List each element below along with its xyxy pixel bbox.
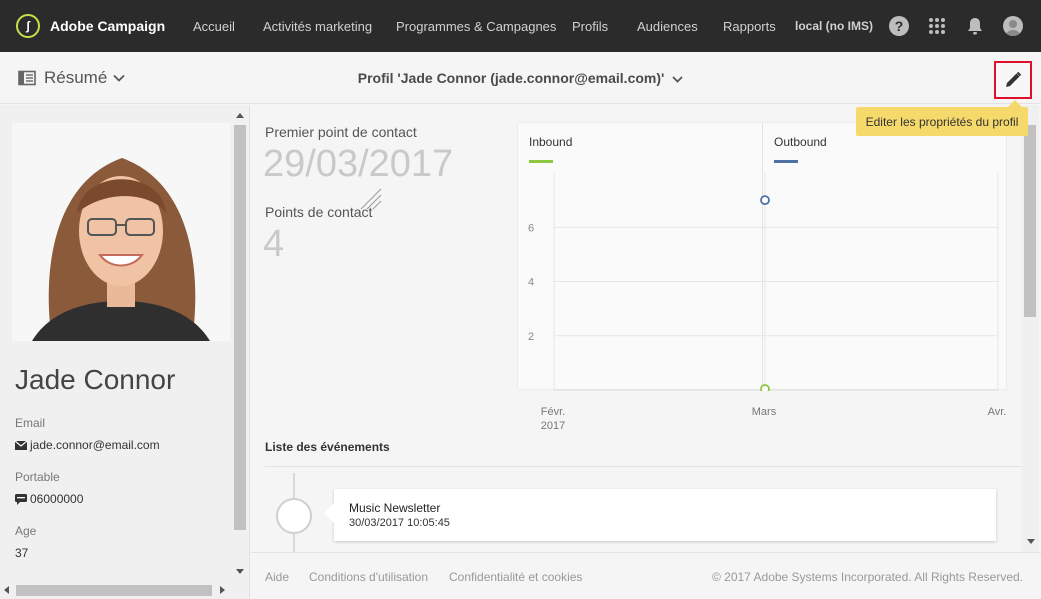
scrollbar-thumb[interactable] [1024,125,1036,317]
adobe-campaign-logo-icon: ʃ [16,14,40,38]
footer: Aide Conditions d'utilisation Confidenti… [251,552,1041,599]
mobile-text: 06000000 [30,492,84,506]
nav-item-rapports[interactable]: Rapports [723,0,793,52]
footer-link-conditions[interactable]: Conditions d'utilisation [309,570,428,584]
help-icon[interactable]: ? [889,16,909,36]
scroll-right-arrow-icon[interactable] [220,586,225,594]
chart-x-axis-labels: Févr. 2017 Mars Avr. [517,399,1007,432]
chart-plot-area: 2 4 6 [528,173,999,391]
scroll-down-arrow-icon[interactable] [236,569,244,574]
user-avatar-icon[interactable] [1003,16,1023,36]
pencil-icon [1006,71,1022,87]
nav-item-audiences[interactable]: Audiences [637,0,723,52]
events-list-title: Liste des événements [265,440,390,454]
mobile-label: Portable [15,470,60,484]
instance-label[interactable]: local (no IMS) [795,19,873,33]
profile-title-text: Profil 'Jade Connor (jade.connor@email.c… [357,70,665,86]
envelope-icon [15,440,27,450]
top-navigation-bar: ʃ Adobe Campaign Accueil Activités marke… [0,0,1041,52]
mobile-value: 06000000 [15,492,83,506]
events-divider [265,466,1035,467]
scroll-left-arrow-icon[interactable] [4,586,9,594]
bell-icon[interactable] [965,16,985,36]
scrollbar-thumb[interactable] [16,585,212,596]
email-value: jade.connor@email.com [15,438,160,452]
y-tick-label: 4 [528,277,534,289]
profile-panel-horizontal-scrollbar[interactable] [0,582,232,598]
contact-points-label: Points de contact [265,204,373,220]
timeline-dot [276,498,312,534]
first-contact-label: Premier point de contact [265,124,417,140]
profile-photo [12,123,230,341]
app-name: Adobe Campaign [50,18,166,34]
event-card[interactable]: Music Newsletter 30/03/2017 10:05:45 [324,489,996,541]
x-tick-label: Avr. [987,406,1007,418]
y-tick-label: 2 [528,331,534,343]
topbar-right: local (no IMS) ? [795,0,1041,52]
email-text: jade.connor@email.com [30,438,160,452]
inbound-data-point[interactable] [760,384,770,391]
resize-handle-icon[interactable] [359,187,383,211]
edit-profile-tooltip: Editer les propriétés du profil [856,100,1028,136]
x-tick-label: Mars [751,406,777,418]
profile-title[interactable]: Profil 'Jade Connor (jade.connor@email.c… [0,70,1041,86]
profile-name: Jade Connor [15,364,176,395]
nav-item-profils[interactable]: Profils [572,0,637,52]
brand[interactable]: ʃ Adobe Campaign [16,14,176,38]
grid-icon[interactable] [927,16,947,36]
first-contact-value: 29/03/2017 [263,143,454,185]
x-tick-label: Févr. 2017 [540,406,566,432]
event-date: 30/03/2017 10:05:45 [349,517,450,529]
event-name: Music Newsletter [349,501,441,515]
scroll-up-arrow-icon[interactable] [236,113,244,118]
age-value: 37 [15,546,29,560]
sms-icon [15,493,27,505]
profile-panel-vertical-scrollbar[interactable] [232,111,248,581]
footer-link-confidentialite[interactable]: Confidentialité et cookies [449,570,582,584]
scroll-down-arrow-icon[interactable] [1027,539,1035,544]
nav-item-activites-marketing[interactable]: Activités marketing [263,0,396,52]
page-header: Résumé Profil 'Jade Connor (jade.connor@… [0,52,1041,104]
main-vertical-scrollbar[interactable] [1022,105,1039,552]
email-label: Email [15,416,46,430]
scrollbar-thumb[interactable] [234,125,246,530]
contact-chart: Inbound Outbound 246 [517,122,1007,391]
copyright: © 2017 Adobe Systems Incorporated. All R… [711,570,1023,584]
age-label: Age [15,524,37,538]
y-tick-label: 6 [528,222,534,234]
main-nav: Accueil Activités marketing Programmes &… [193,0,793,52]
chevron-down-icon [672,76,683,83]
edit-profile-button[interactable] [994,61,1032,99]
profile-summary-content: Premier point de contact 29/03/2017 Poin… [251,105,1041,552]
nav-item-accueil[interactable]: Accueil [193,0,263,52]
footer-link-aide[interactable]: Aide [265,570,289,584]
outbound-data-point[interactable] [760,195,770,206]
nav-item-programmes-campagnes[interactable]: Programmes & Campagnes [396,0,572,52]
profile-panel: Jade Connor Email jade.connor@email.com … [0,105,250,599]
contact-points-value: 4 [263,223,285,265]
